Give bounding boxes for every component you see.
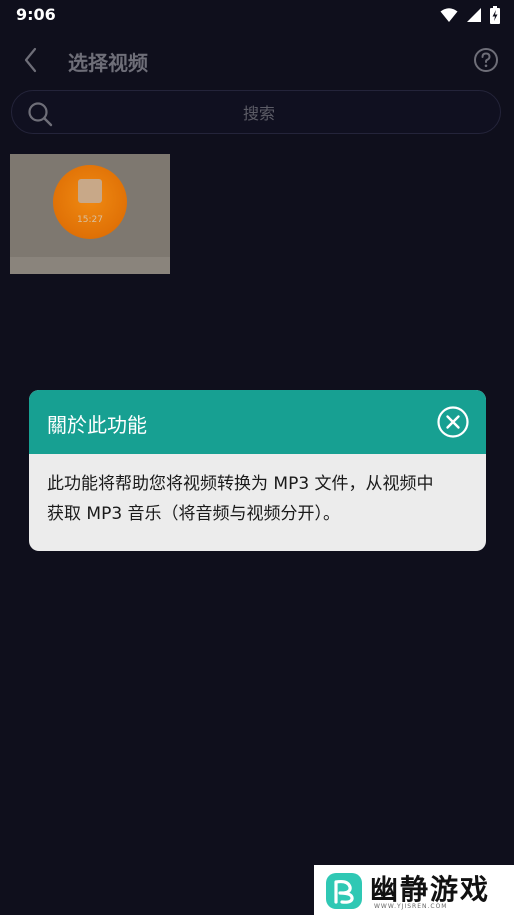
status-bar: 9:06 (0, 0, 514, 30)
video-thumbnail[interactable]: 15:27 (10, 154, 170, 274)
app-header: 选择视频 (0, 38, 514, 82)
status-time: 9:06 (16, 5, 56, 24)
search-bar[interactable] (11, 90, 501, 135)
dialog-body-line-2: 获取 MP3 音乐（将音频与视频分开）。 (47, 504, 341, 524)
wifi-icon (440, 8, 458, 22)
dialog-body: 此功能将帮助您将视频转换为 MP3 文件，从视频中 获取 MP3 音乐（将音频与… (47, 469, 472, 529)
help-circle-icon (474, 48, 498, 72)
dialog-header: 關於此功能 (29, 390, 486, 454)
back-button[interactable] (16, 44, 46, 76)
stop-icon (78, 179, 102, 203)
dialog-body-line-1: 此功能将帮助您将视频转换为 MP3 文件，从视频中 (47, 474, 434, 494)
signal-icon (467, 8, 481, 22)
page-title: 选择视频 (68, 51, 148, 75)
search-input[interactable] (72, 91, 446, 135)
dialog-title: 關於此功能 (47, 413, 147, 437)
search-icon (28, 102, 53, 127)
video-duration: 15:27 (77, 215, 103, 225)
status-icons (440, 6, 500, 24)
chevron-left-icon (24, 47, 37, 73)
watermark-name: 幽静游戏 (370, 873, 491, 906)
watermark: 幽静游戏 WWW.YJISREN.COM (314, 865, 514, 915)
watermark-logo (326, 873, 362, 909)
about-dialog: 關於此功能 此功能将帮助您将视频转换为 MP3 文件，从视频中 获取 MP3 音… (29, 390, 486, 551)
dialog-close-button[interactable] (437, 406, 469, 438)
close-circle-icon (437, 406, 469, 438)
battery-icon (490, 6, 500, 24)
help-button[interactable] (473, 47, 499, 73)
watermark-url: WWW.YJISREN.COM (374, 903, 448, 910)
thumbnail-footer (10, 257, 170, 274)
record-badge: 15:27 (53, 165, 127, 239)
